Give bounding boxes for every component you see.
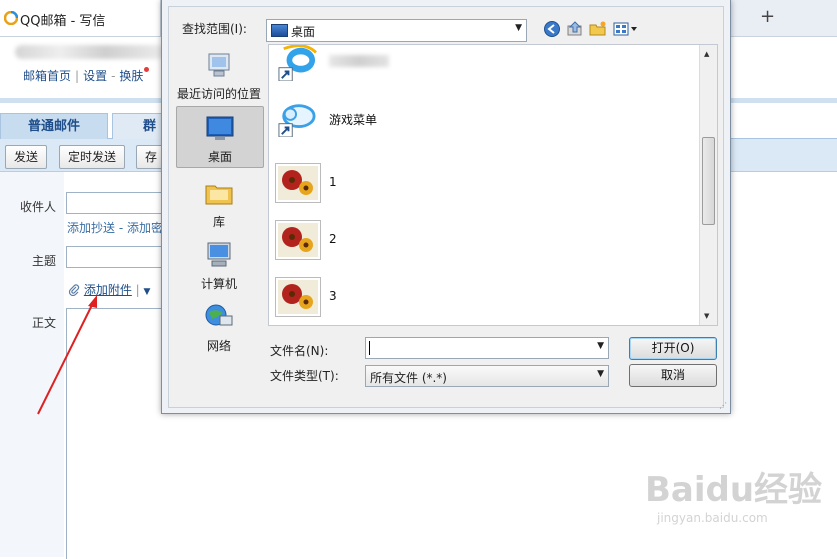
file-name: 2 bbox=[329, 232, 337, 246]
open-button[interactable]: 打开(O) bbox=[629, 337, 717, 360]
flower-image-icon bbox=[275, 277, 321, 317]
cancel-button[interactable]: 取消 bbox=[629, 364, 717, 387]
scroll-up-icon[interactable]: ▲ bbox=[704, 50, 709, 58]
game-menu-shortcut-icon bbox=[278, 104, 316, 137]
blurred-filename bbox=[329, 55, 389, 67]
flower-image-icon bbox=[275, 220, 321, 260]
baidu-jingyan-watermark: Baidu经验 jingyan.baidu.com bbox=[645, 462, 822, 525]
scroll-down-icon[interactable]: ▼ bbox=[704, 312, 709, 320]
filetype-value: 所有文件 (*.*) bbox=[370, 371, 447, 385]
library-icon bbox=[205, 185, 233, 205]
list-item[interactable]: 游戏菜单 bbox=[275, 95, 575, 145]
list-item[interactable]: 3 bbox=[275, 273, 575, 323]
chevron-down-icon[interactable]: ▼ bbox=[597, 341, 604, 351]
filename-input[interactable]: ▼ bbox=[365, 337, 609, 359]
look-in-label: 查找范围(I): bbox=[182, 22, 247, 36]
flower-image-icon bbox=[275, 163, 321, 203]
desktop-mini-icon bbox=[271, 24, 288, 37]
place-label: 最近访问的位置 bbox=[176, 87, 261, 101]
look-in-combo[interactable]: 桌面 ▼ bbox=[266, 19, 527, 42]
list-item[interactable]: 2 bbox=[275, 216, 575, 266]
list-item[interactable] bbox=[275, 45, 575, 89]
file-list: 游戏菜单 1 2 3 ▲ ▼ bbox=[268, 44, 718, 326]
file-name: 游戏菜单 bbox=[329, 113, 378, 127]
computer-icon bbox=[207, 242, 231, 267]
filetype-select[interactable]: 所有文件 (*.*) ▼ bbox=[365, 365, 609, 387]
place-label: 网络 bbox=[206, 339, 231, 353]
watermark-brand: Baidu经验 bbox=[645, 470, 823, 510]
place-network[interactable]: 网络 bbox=[174, 296, 264, 356]
place-recent[interactable]: 最近访问的位置 bbox=[174, 44, 264, 104]
watermark-url: jingyan.baidu.com bbox=[657, 511, 768, 525]
place-computer[interactable]: 计算机 bbox=[174, 234, 264, 294]
chevron-down-icon: ▼ bbox=[515, 23, 522, 33]
place-library[interactable]: 库 bbox=[174, 172, 264, 232]
resize-grip-icon[interactable]: ⋰ bbox=[719, 401, 727, 410]
place-label: 库 bbox=[212, 215, 225, 229]
filename-label: 文件名(N): bbox=[270, 344, 329, 358]
up-folder-icon[interactable] bbox=[566, 20, 584, 38]
places-bar: 最近访问的位置 桌面 库 计算机 网络 bbox=[174, 44, 264, 399]
place-label: 桌面 bbox=[207, 150, 232, 164]
network-icon bbox=[205, 304, 233, 326]
text-caret bbox=[369, 341, 370, 355]
open-file-dialog: 查找范围(I): 桌面 ▼ 最近访问的位置 桌面 库 计算机 网络 游戏菜单 1… bbox=[161, 0, 731, 414]
recent-places-icon bbox=[208, 53, 230, 77]
look-in-value: 桌面 bbox=[291, 25, 316, 39]
filetype-label: 文件类型(T): bbox=[270, 369, 339, 383]
ie-shortcut-icon bbox=[278, 45, 318, 81]
view-menu-icon[interactable] bbox=[613, 20, 639, 38]
place-desktop[interactable]: 桌面 bbox=[176, 106, 264, 168]
chevron-down-icon: ▼ bbox=[597, 369, 604, 379]
back-icon[interactable] bbox=[543, 20, 561, 38]
desktop-icon bbox=[206, 116, 234, 140]
scrollbar-thumb[interactable] bbox=[702, 137, 715, 225]
file-name: 1 bbox=[329, 175, 337, 189]
new-folder-icon[interactable] bbox=[589, 20, 607, 38]
file-name: 3 bbox=[329, 289, 337, 303]
file-list-scrollbar[interactable]: ▲ ▼ bbox=[699, 45, 717, 325]
list-item[interactable]: 1 bbox=[275, 159, 575, 209]
place-label: 计算机 bbox=[200, 277, 237, 291]
